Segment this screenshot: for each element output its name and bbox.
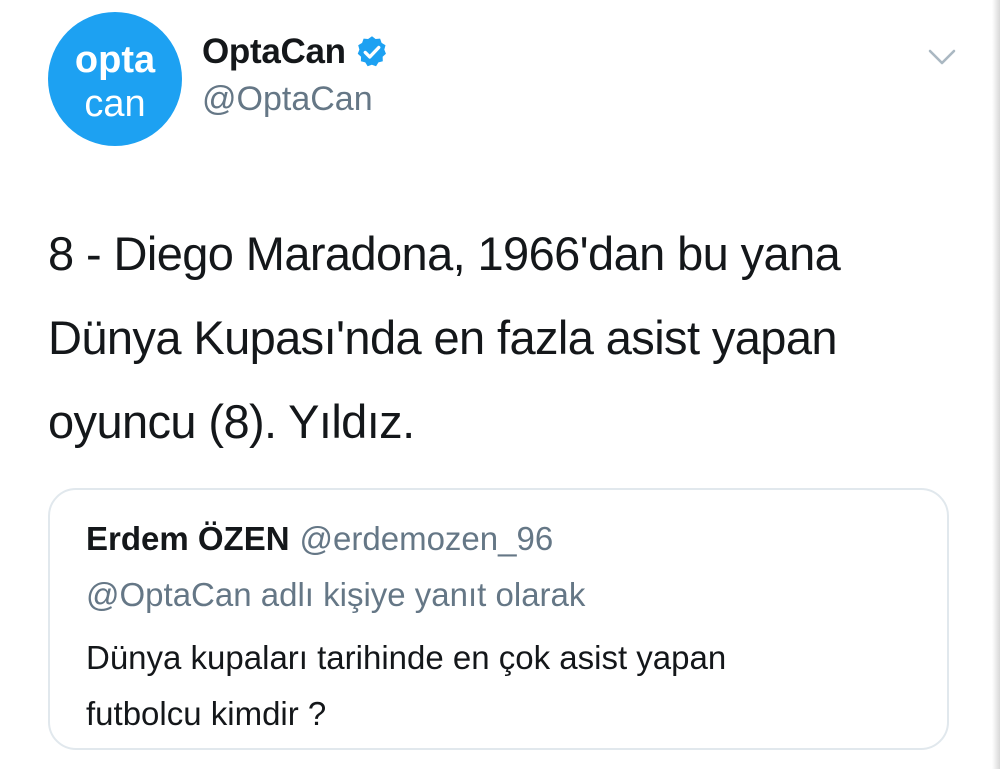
author-name-row: OptaCan — [202, 30, 390, 74]
chevron-down-icon[interactable] — [927, 46, 957, 68]
screen-edge — [992, 0, 1000, 769]
reply-context: @OptaCan adlı kişiye yanıt olarak — [86, 576, 586, 613]
opta-can-logo: opta can — [75, 39, 156, 125]
tweet-text-line: oyuncu (8). Yıldız. — [48, 395, 415, 448]
tweet-text-line: Dünya Kupası'nda en fazla asist yapan — [48, 311, 838, 364]
tweet-text-line: 8 - Diego Maradona, 1966'dan bu yana — [48, 227, 841, 280]
quoted-tweet-header: Erdem ÖZEN @erdemozen_96 — [86, 520, 553, 558]
quoted-tweet-card[interactable]: Erdem ÖZEN @erdemozen_96 @OptaCan adlı ki… — [48, 488, 949, 750]
author-display-name[interactable]: OptaCan — [202, 32, 346, 72]
avatar[interactable]: opta can — [48, 12, 182, 146]
quoted-author-name: Erdem ÖZEN — [86, 520, 290, 557]
quoted-tweet-text-line: futbolcu kimdir ? — [86, 695, 327, 732]
tweet-text: 8 - Diego Maradona, 1966'dan bu yana Dün… — [48, 212, 968, 464]
author-handle[interactable]: @OptaCan — [202, 80, 373, 119]
quoted-author-handle: @erdemozen_96 — [299, 520, 554, 557]
svg-text:opta: opta — [75, 39, 156, 81]
verified-badge-icon — [354, 34, 390, 70]
tweet-page: opta can OptaCan @OptaCan 8 - Diego Mara… — [0, 0, 1000, 769]
quoted-tweet-text: Dünya kupaları tarihinde en çok asist ya… — [86, 630, 726, 742]
svg-text:can: can — [84, 83, 145, 125]
quoted-tweet-text-line: Dünya kupaları tarihinde en çok asist ya… — [86, 639, 727, 676]
